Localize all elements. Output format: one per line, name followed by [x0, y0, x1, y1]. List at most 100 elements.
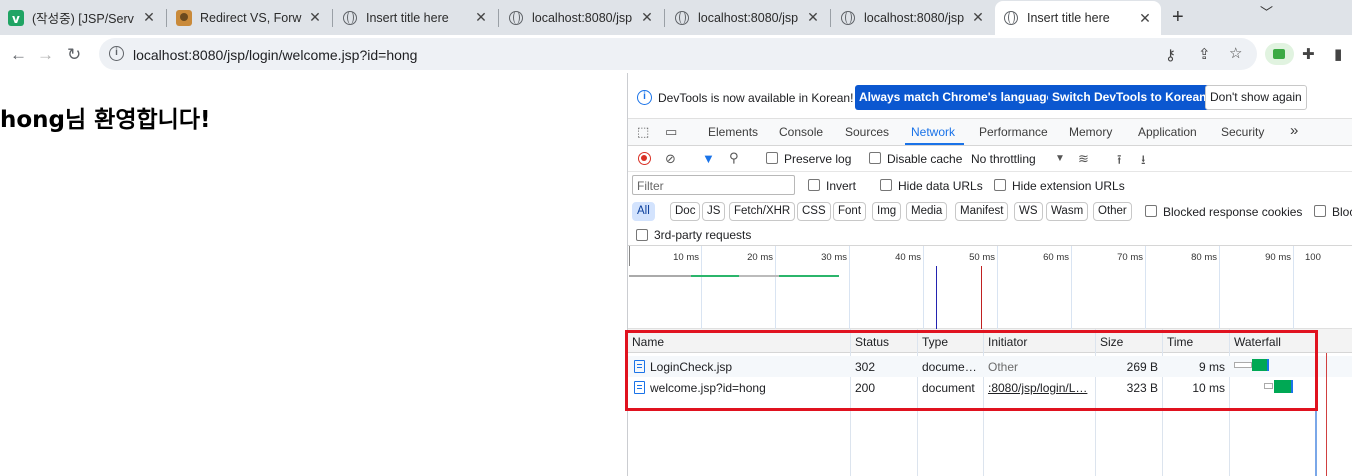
- tab-application[interactable]: Application: [1138, 125, 1197, 139]
- record-icon[interactable]: [638, 152, 651, 165]
- search-icon[interactable]: ⚲: [729, 150, 739, 166]
- close-icon[interactable]: ✕: [805, 9, 821, 26]
- browser-tab[interactable]: localhost:8080/jsp ✕: [666, 2, 829, 33]
- devtools-infobar: i DevTools is now available in Korean! A…: [628, 73, 1352, 119]
- puzzle-icon[interactable]: ✚: [1302, 45, 1315, 63]
- blocked-response-cookies-checkbox[interactable]: [1145, 205, 1157, 217]
- close-icon[interactable]: ✕: [639, 9, 655, 26]
- extension-icon[interactable]: [1265, 43, 1294, 65]
- network-overview-timeline[interactable]: 10 ms 20 ms 30 ms 40 ms 50 ms 60 ms 70 m…: [628, 246, 1352, 329]
- hide-extension-urls-checkbox[interactable]: [994, 179, 1006, 191]
- third-party-row: 3rd-party requests: [628, 224, 1352, 246]
- star-icon[interactable]: ☆: [1229, 44, 1242, 62]
- tab-divider: [664, 9, 665, 27]
- clear-icon[interactable]: ⊘: [665, 151, 676, 167]
- chevron-down-icon[interactable]: ▼: [1055, 153, 1065, 164]
- tab-console[interactable]: Console: [779, 125, 823, 139]
- type-filter-media[interactable]: Media: [906, 202, 948, 221]
- document-icon: [634, 381, 645, 394]
- column-header-time[interactable]: Time: [1167, 335, 1193, 349]
- browser-tab[interactable]: Insert title here ✕: [334, 2, 497, 33]
- device-toolbar-icon[interactable]: ▭: [665, 124, 677, 140]
- type-filter-manifest[interactable]: Manifest: [955, 202, 1009, 221]
- waterfall-receive-bar: [1291, 380, 1293, 393]
- tab-security[interactable]: Security: [1221, 125, 1264, 139]
- close-icon[interactable]: ✕: [141, 9, 157, 26]
- import-icon[interactable]: ⭱: [1117, 151, 1122, 173]
- column-header-status[interactable]: Status: [855, 335, 889, 349]
- close-icon[interactable]: ✕: [473, 9, 489, 26]
- network-conditions-icon[interactable]: ≋: [1078, 151, 1089, 167]
- browser-tab-active[interactable]: Insert title here ✕: [995, 1, 1161, 35]
- column-divider: [1162, 329, 1163, 476]
- type-filter-doc[interactable]: Doc: [670, 202, 701, 221]
- request-initiator-link[interactable]: :8080/jsp/login/L…: [988, 381, 1092, 395]
- tab-network[interactable]: Network: [911, 125, 955, 139]
- tab-sources[interactable]: Sources: [845, 125, 889, 139]
- type-filter-wasm[interactable]: Wasm: [1046, 202, 1089, 221]
- throttling-select[interactable]: No throttling: [971, 152, 1036, 166]
- column-divider: [1229, 329, 1230, 476]
- svg-text:v: v: [12, 12, 20, 26]
- close-icon[interactable]: ✕: [970, 9, 986, 26]
- timeline-start-marker: [629, 246, 630, 266]
- switch-devtools-korean-button[interactable]: Switch DevTools to Korean: [1048, 85, 1211, 110]
- request-type: docume…: [922, 360, 977, 374]
- column-header-name[interactable]: Name: [632, 335, 664, 349]
- type-filter-font[interactable]: Font: [833, 202, 867, 221]
- table-row[interactable]: LoginCheck.jsp 302 docume… Other 269 B 9…: [628, 356, 1352, 377]
- timeline-gridline: [1293, 246, 1294, 329]
- type-filter-css[interactable]: CSS: [797, 202, 831, 221]
- filter-input[interactable]: Filter: [632, 175, 795, 195]
- request-name[interactable]: LoginCheck.jsp: [650, 360, 846, 374]
- browser-tab[interactable]: Redirect VS, Forw ✕: [168, 2, 331, 33]
- browser-tab[interactable]: localhost:8080/jsp ✕: [500, 2, 663, 33]
- close-icon[interactable]: ✕: [307, 9, 323, 26]
- tab-performance[interactable]: Performance: [979, 125, 1048, 139]
- timeline-bar-green: [691, 275, 739, 277]
- hide-data-urls-checkbox[interactable]: [880, 179, 892, 191]
- back-icon[interactable]: ←: [10, 45, 27, 65]
- tab-elements[interactable]: Elements: [708, 125, 758, 139]
- column-header-initiator[interactable]: Initiator: [988, 335, 1027, 349]
- type-filter-js[interactable]: JS: [702, 202, 726, 221]
- reload-icon[interactable]: ↻: [67, 45, 81, 65]
- request-name[interactable]: welcome.jsp?id=hong: [650, 381, 846, 395]
- browser-tab[interactable]: v (작성중) [JSP/Serv ✕: [0, 2, 165, 33]
- tab-memory[interactable]: Memory: [1069, 125, 1112, 139]
- forward-icon[interactable]: →: [37, 45, 54, 65]
- column-header-size[interactable]: Size: [1100, 335, 1123, 349]
- share-icon[interactable]: ⇪: [1198, 45, 1211, 63]
- close-icon[interactable]: ✕: [1137, 10, 1153, 27]
- dont-show-again-button[interactable]: Don't show again: [1205, 85, 1307, 110]
- type-filter-ws[interactable]: WS: [1014, 202, 1043, 221]
- export-icon[interactable]: ⭳: [1141, 151, 1146, 173]
- table-row[interactable]: welcome.jsp?id=hong 200 document :8080/j…: [628, 377, 1352, 398]
- invert-checkbox[interactable]: [808, 179, 820, 191]
- third-party-checkbox[interactable]: [636, 229, 648, 241]
- chevron-down-icon[interactable]: ﹀: [1260, 2, 1273, 21]
- new-tab-button[interactable]: +: [1172, 6, 1184, 29]
- address-bar[interactable]: i localhost:8080/jsp/login/welcome.jsp?i…: [99, 38, 1257, 70]
- key-icon[interactable]: ⚷: [1165, 46, 1176, 64]
- browser-toolbar: ← → ↻ i localhost:8080/jsp/login/welcome…: [0, 35, 1352, 73]
- load-event-marker: [981, 266, 982, 329]
- type-filter-img[interactable]: Img: [872, 202, 902, 221]
- type-filter-all[interactable]: All: [632, 202, 655, 221]
- waterfall-download-bar: [1274, 380, 1291, 393]
- column-header-type[interactable]: Type: [922, 335, 948, 349]
- blocked-requests-checkbox[interactable]: [1314, 205, 1326, 217]
- url-text[interactable]: localhost:8080/jsp/login/welcome.jsp?id=…: [133, 47, 417, 63]
- site-info-icon[interactable]: i: [109, 46, 124, 61]
- disable-cache-checkbox[interactable]: [869, 152, 881, 164]
- always-match-language-button[interactable]: Always match Chrome's language: [855, 85, 1058, 110]
- browser-tab[interactable]: localhost:8080/jsp ✕: [832, 2, 994, 33]
- preserve-log-checkbox[interactable]: [766, 152, 778, 164]
- side-panel-icon[interactable]: ▮: [1334, 45, 1342, 63]
- type-filter-other[interactable]: Other: [1093, 202, 1132, 221]
- column-header-waterfall[interactable]: Waterfall: [1234, 335, 1281, 349]
- inspect-element-icon[interactable]: ⬚: [637, 124, 649, 140]
- filter-icon[interactable]: ▼: [702, 151, 715, 166]
- more-tabs-icon[interactable]: »: [1290, 122, 1298, 139]
- type-filter-fetch-xhr[interactable]: Fetch/XHR: [729, 202, 796, 221]
